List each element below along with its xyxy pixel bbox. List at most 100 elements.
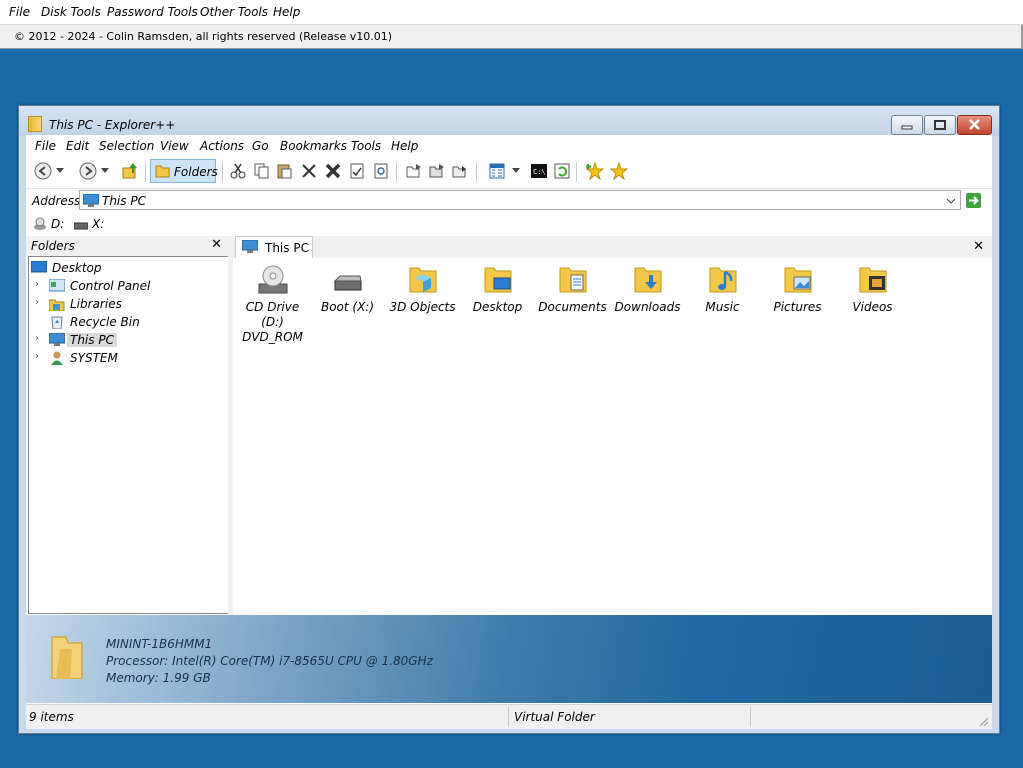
copy-to-button[interactable] [403,160,425,182]
item-downloads[interactable]: Downloads [610,264,685,315]
back-dropdown-button[interactable] [54,160,66,182]
bookmarks-button[interactable] [608,160,630,182]
cut-icon [230,163,246,179]
up-button[interactable] [119,160,141,182]
toolbar-separator [222,162,223,182]
desktop-icon [31,260,47,272]
expand-arrow-icon[interactable]: › [35,297,39,308]
item-boot-drive[interactable]: Boot (X:) [310,264,385,315]
copy-button[interactable] [251,160,273,182]
tree-item-label: This PC [67,332,117,347]
back-button[interactable] [32,160,54,182]
music-folder-icon [709,267,736,293]
delete-icon [302,164,316,178]
item-label: 3D Objects [389,300,456,314]
menu-actions[interactable]: Actions [200,139,244,153]
minimize-button[interactable] [891,115,923,135]
host-menu-file[interactable]: File [9,5,30,19]
address-value: This PC [102,194,146,208]
delete-button[interactable] [298,160,320,182]
tree-item-system[interactable]: SYSTEM [49,349,118,366]
title-bar[interactable]: This PC - Explorer++ [19,106,999,136]
restore-icon [934,120,946,130]
views-button[interactable] [486,160,508,182]
item-desktop[interactable]: Desktop [460,264,535,315]
tab-this-pc[interactable]: This PC [235,236,313,258]
menu-bookmarks[interactable]: Bookmarks [280,139,347,153]
command-prompt-button[interactable]: C:\ [528,160,550,182]
address-label: Address [32,194,81,208]
drive-d-button[interactable]: D: [51,217,64,231]
item-pictures[interactable]: Pictures [760,264,835,315]
item-label: Desktop [472,300,523,314]
folder-tree[interactable]: Desktop › Control Panel › Libraries Recy… [28,256,228,614]
tab-bar: This PC ✕ [233,236,992,258]
item-documents[interactable]: Documents [535,264,610,315]
delete-permanently-button[interactable] [322,160,344,182]
hard-drive-small-icon[interactable] [74,220,88,230]
address-input[interactable]: This PC [79,190,961,210]
forward-button[interactable] [77,160,99,182]
tree-item-label: Recycle Bin [70,314,140,329]
go-button[interactable] [966,193,981,208]
resize-grip-icon[interactable] [977,715,989,727]
search-button[interactable] [370,160,392,182]
host-menu-other-tools[interactable]: Other Tools [200,5,268,19]
cd-drive-small-icon[interactable] [33,217,47,231]
window-title: This PC - Explorer++ [49,118,176,132]
host-menu-password-tools[interactable]: Password Tools [107,5,198,19]
item-cd-drive[interactable]: CD Drive (D:) DVD_ROM [235,264,310,345]
expand-arrow-icon[interactable]: › [35,333,39,344]
paste-button[interactable] [274,160,296,182]
move-to-button[interactable] [426,160,448,182]
folders-toggle-button[interactable]: Folders [150,159,218,183]
expand-arrow-icon[interactable]: › [35,279,39,290]
address-dropdown-icon[interactable] [946,198,956,204]
item-3d-objects[interactable]: 3D Objects [385,264,460,315]
host-menu-disk-tools[interactable]: Disk Tools [41,5,101,19]
menu-bar: File Edit Selection View Actions Go Book… [26,135,992,156]
host-menu-help[interactable]: Help [273,5,300,19]
menu-help[interactable]: Help [391,139,418,153]
go-arrow-icon [969,196,979,205]
menu-view[interactable]: View [160,139,189,153]
tree-item-libraries[interactable]: Libraries [49,295,122,312]
menu-edit[interactable]: Edit [66,139,89,153]
bookmarks-icon [610,162,628,180]
properties-button[interactable] [346,160,368,182]
close-tab-icon[interactable]: ✕ [973,239,984,254]
tree-item-desktop[interactable]: Desktop [31,259,102,276]
back-icon [34,162,52,180]
app-folder-icon [28,116,42,132]
item-videos[interactable]: Videos [835,264,910,315]
views-dropdown-button[interactable] [510,160,522,182]
toolbar-separator [396,162,397,182]
menu-go[interactable]: Go [252,139,269,153]
item-label: Documents [538,300,607,314]
item-label: Music [705,300,740,314]
expand-arrow-icon[interactable]: › [35,351,39,362]
cut-button[interactable] [227,160,249,182]
menu-selection[interactable]: Selection [99,139,154,153]
tree-item-recycle-bin[interactable]: Recycle Bin [49,313,140,330]
item-label: CD Drive (D:) [245,300,300,329]
videos-folder-icon [859,267,886,293]
display-window: MININT-1B6HMM1 Processor: Intel(R) Core(… [26,615,992,703]
drive-x-button[interactable]: X: [92,217,104,231]
item-sublabel: DVD_ROM [242,330,303,344]
refresh-button[interactable] [551,160,573,182]
tree-item-this-pc[interactable]: This PC [49,331,117,348]
folders-pane-close-icon[interactable]: ✕ [211,237,222,252]
new-folder-button[interactable] [449,160,471,182]
forward-dropdown-button[interactable] [99,160,111,182]
maximize-button[interactable] [924,115,956,135]
menu-tools[interactable]: Tools [351,139,381,153]
refresh-icon [554,163,570,179]
menu-file[interactable]: File [35,139,56,153]
add-bookmark-button[interactable] [584,160,606,182]
folders-pane: Folders ✕ Desktop › Control Panel › Libr… [26,236,228,614]
item-music[interactable]: Music [685,264,760,315]
delete-permanently-icon [325,163,341,179]
tree-item-control-panel[interactable]: Control Panel [49,277,150,294]
close-button[interactable] [957,115,992,135]
